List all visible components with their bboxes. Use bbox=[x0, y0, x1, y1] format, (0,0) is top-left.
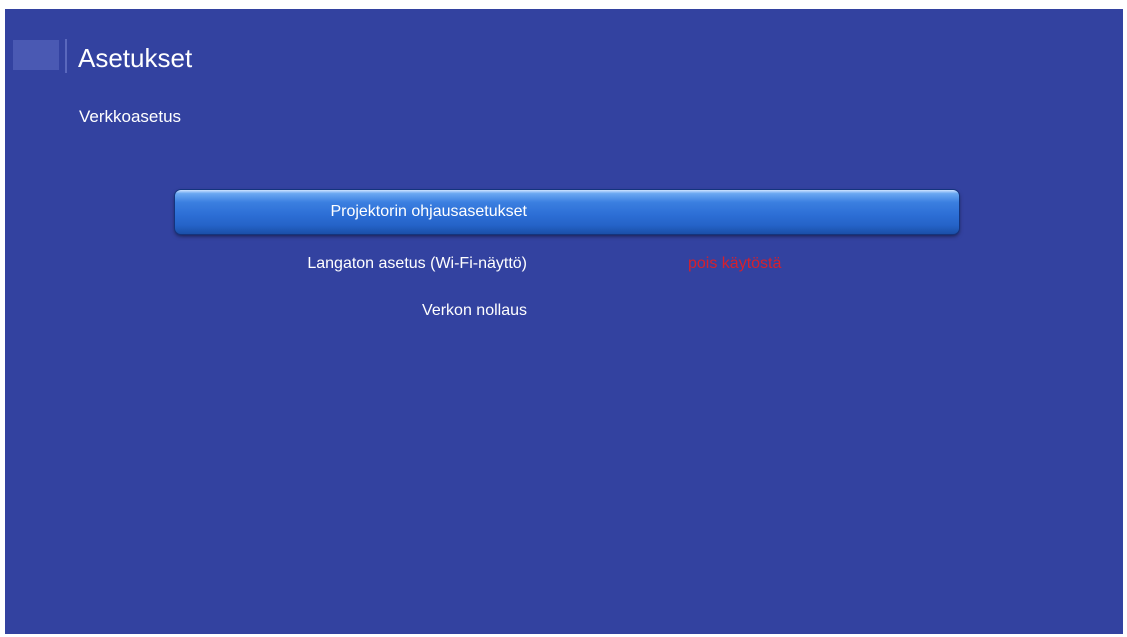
menu-item-label: Projektorin ohjausasetukset bbox=[330, 203, 527, 220]
settings-screen: Asetukset Verkkoasetus Projektorin ohjau… bbox=[5, 9, 1123, 634]
menu-item-value: pois käytöstä bbox=[688, 255, 782, 272]
menu-item-label: Langaton asetus (Wi-Fi-näyttö) bbox=[307, 255, 527, 272]
header-divider bbox=[65, 39, 67, 73]
menu-item-wireless-setting[interactable]: Langaton asetus (Wi-Fi-näyttö) pois käyt… bbox=[175, 242, 959, 286]
menu-item-label: Verkon nollaus bbox=[422, 302, 527, 319]
section-title: Verkkoasetus bbox=[79, 107, 182, 126]
page-title: Asetukset bbox=[78, 43, 193, 73]
menu-item-network-reset[interactable]: Verkon nollaus bbox=[175, 289, 959, 333]
settings-logo-icon bbox=[13, 40, 59, 70]
menu-item-projector-control-settings[interactable]: Projektorin ohjausasetukset bbox=[175, 190, 959, 234]
